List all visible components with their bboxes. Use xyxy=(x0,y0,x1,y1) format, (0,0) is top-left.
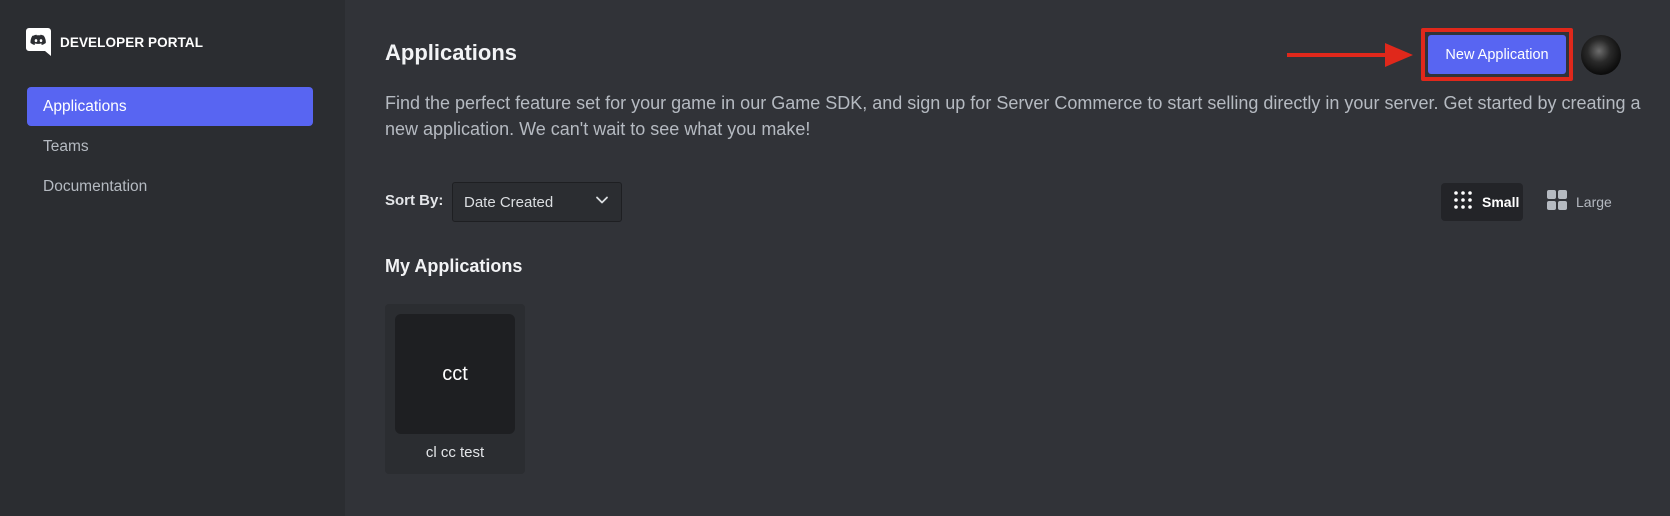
application-card[interactable]: cct cl cc test xyxy=(385,304,525,474)
sidebar-item-applications[interactable]: Applications xyxy=(27,87,313,126)
main-content: Applications New Application Find the pe… xyxy=(345,0,1670,516)
sidebar: DEVELOPER PORTAL Applications Teams Docu… xyxy=(0,0,345,516)
view-small-label: Small xyxy=(1482,194,1520,210)
view-toggle-large[interactable]: Large xyxy=(1541,183,1623,221)
brand-title: DEVELOPER PORTAL xyxy=(60,34,204,50)
page-description: Find the perfect feature set for your ga… xyxy=(385,93,1641,139)
sidebar-nav: Applications Teams Documentation xyxy=(27,87,313,207)
sidebar-item-teams[interactable]: Teams xyxy=(27,127,313,166)
page-title: Applications xyxy=(385,40,518,65)
brand[interactable]: DEVELOPER PORTAL xyxy=(26,28,203,56)
sort-dropdown[interactable]: Date Created xyxy=(452,182,622,222)
my-applications-heading: My Applications xyxy=(385,256,523,276)
sidebar-item-documentation[interactable]: Documentation xyxy=(27,167,313,206)
chevron-down-icon xyxy=(595,193,609,212)
discord-logo-icon xyxy=(26,28,51,56)
small-grid-icon xyxy=(1453,190,1473,215)
application-icon: cct xyxy=(395,314,515,434)
new-application-button[interactable]: New Application xyxy=(1428,35,1566,74)
large-grid-icon xyxy=(1547,189,1567,215)
application-name: cl cc test xyxy=(425,444,485,461)
annotation-arrow-icon xyxy=(1287,43,1413,67)
avatar[interactable] xyxy=(1581,35,1621,75)
view-toggle-small[interactable]: Small xyxy=(1441,183,1523,221)
developer-portal: DEVELOPER PORTAL Applications Teams Docu… xyxy=(0,0,1670,516)
sort-selected-value: Date Created xyxy=(464,193,554,211)
sort-label: Sort By: xyxy=(385,192,444,209)
view-large-label: Large xyxy=(1576,194,1612,210)
